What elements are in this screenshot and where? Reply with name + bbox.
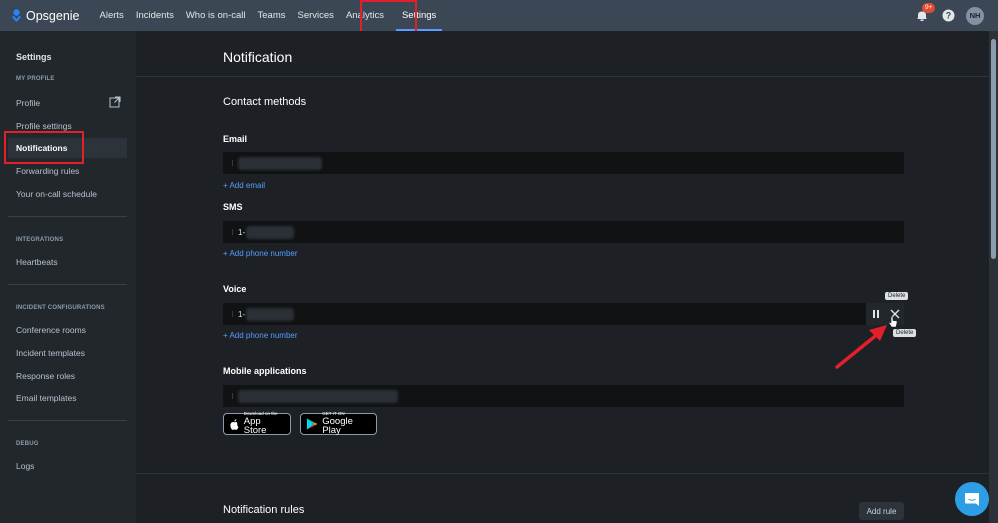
- sms-number-redacted: [246, 225, 295, 239]
- svg-text:?: ?: [945, 11, 951, 21]
- sms-row[interactable]: 1-: [223, 221, 904, 243]
- sidebar-item-logs[interactable]: Logs: [8, 456, 127, 476]
- sidebar-item-incident-templates[interactable]: Incident templates: [8, 343, 127, 363]
- opsgenie-logo[interactable]: Opsgenie: [11, 9, 80, 23]
- sidebar-item-heartbeats[interactable]: Heartbeats: [8, 252, 127, 272]
- nav-alerts[interactable]: Alerts: [94, 0, 130, 31]
- nav-incidents[interactable]: Incidents: [130, 0, 180, 31]
- sidebar-item-conference-rooms[interactable]: Conference rooms: [8, 320, 127, 340]
- mobile-app-row[interactable]: [223, 385, 904, 407]
- opsgenie-logo-icon: [12, 9, 21, 22]
- contact-methods-heading: Contact methods: [223, 96, 307, 108]
- drag-handle-icon[interactable]: [231, 160, 234, 166]
- pause-icon[interactable]: [871, 309, 881, 319]
- sidebar-divider: [8, 420, 127, 421]
- delete-tooltip-cursor: Delete: [893, 329, 917, 337]
- nav-analytics[interactable]: Analytics: [340, 0, 390, 31]
- mobile-applications-label: Mobile applications: [223, 366, 307, 376]
- notifications-badge: 9+: [922, 2, 936, 13]
- voice-number-prefix: 1-: [238, 309, 246, 319]
- apple-icon: [230, 418, 239, 430]
- sidebar-item-label: Profile: [16, 98, 41, 108]
- section-integrations: INTEGRATIONS: [16, 237, 64, 243]
- nav-teams[interactable]: Teams: [252, 0, 292, 31]
- header-divider: [136, 76, 989, 77]
- help-button[interactable]: ?: [940, 8, 956, 24]
- nav-settings[interactable]: Settings: [395, 0, 443, 31]
- add-voice-phone-link[interactable]: + Add phone number: [223, 331, 298, 340]
- sidebar-item-response-roles[interactable]: Response roles: [8, 366, 127, 386]
- sms-number-prefix: 1-: [238, 227, 246, 237]
- delete-tooltip: Delete: [885, 292, 909, 300]
- nav-services[interactable]: Services: [292, 0, 340, 31]
- sidebar-item-forwarding-rules[interactable]: Forwarding rules: [8, 161, 127, 181]
- external-link-icon[interactable]: [109, 96, 121, 108]
- google-play-label: Google Play: [322, 415, 353, 437]
- scrollbar[interactable]: [989, 31, 998, 523]
- avatar[interactable]: NH: [966, 6, 984, 25]
- chat-button[interactable]: [955, 482, 989, 516]
- voice-row[interactable]: 1-: [223, 303, 904, 325]
- add-email-link[interactable]: + Add email: [223, 181, 265, 190]
- email-row[interactable]: [223, 152, 904, 174]
- add-rule-button[interactable]: Add rule: [859, 502, 904, 520]
- drag-handle-icon[interactable]: [231, 311, 234, 317]
- sidebar-item-oncall-schedule[interactable]: Your on-call schedule: [8, 184, 127, 204]
- voice-label: Voice: [223, 284, 247, 294]
- app-store-label: App Store: [243, 415, 267, 437]
- annotation-arrow: [835, 325, 887, 369]
- voice-number-redacted: [246, 307, 295, 321]
- email-value-redacted: [238, 156, 322, 170]
- sidebar-item-email-templates[interactable]: Email templates: [8, 388, 127, 408]
- scroll-thumb[interactable]: [991, 39, 996, 259]
- nav-who-is-on-call[interactable]: Who is on-call: [180, 0, 252, 31]
- email-label: Email: [223, 134, 248, 144]
- sidebar-divider: [8, 284, 127, 285]
- sms-label: SMS: [223, 202, 243, 212]
- main-content: Notification Contact methods Email + Add…: [136, 31, 989, 523]
- drag-handle-icon[interactable]: [231, 229, 234, 235]
- nav-right-actions: 9+ ? NH: [914, 0, 984, 31]
- notifications-button[interactable]: 9+: [914, 2, 936, 24]
- sidebar-title: Settings: [16, 52, 52, 62]
- google-play-button[interactable]: GET IT ON Google Play: [300, 412, 377, 437]
- sidebar-divider: [8, 216, 127, 217]
- add-sms-phone-link[interactable]: + Add phone number: [223, 249, 298, 258]
- section-incident-configurations: INCIDENT CONFIGURATIONS: [16, 305, 105, 311]
- help-icon: ?: [942, 9, 954, 22]
- section-my-profile: MY PROFILE: [16, 76, 55, 82]
- app-store-button[interactable]: Download on the App Store: [223, 412, 291, 437]
- sidebar-item-notifications[interactable]: Notifications: [8, 138, 127, 158]
- sidebar-item-profile-settings[interactable]: Profile settings: [8, 116, 127, 136]
- section-divider: [136, 473, 989, 474]
- page-title: Notification: [223, 49, 293, 65]
- top-navigation-bar: Opsgenie Alerts Incidents Who is on-call…: [0, 0, 998, 31]
- section-debug: DEBUG: [16, 441, 39, 447]
- google-play-icon: [306, 418, 318, 430]
- mobile-device-redacted: [238, 389, 398, 403]
- sidebar: Settings MY PROFILE Profile Profile sett…: [0, 31, 136, 523]
- sidebar-item-profile[interactable]: Profile: [8, 93, 127, 113]
- notification-rules-heading: Notification rules: [223, 504, 305, 516]
- drag-handle-icon[interactable]: [231, 393, 234, 399]
- app-name: Opsgenie: [26, 8, 80, 23]
- chat-icon: [965, 492, 979, 506]
